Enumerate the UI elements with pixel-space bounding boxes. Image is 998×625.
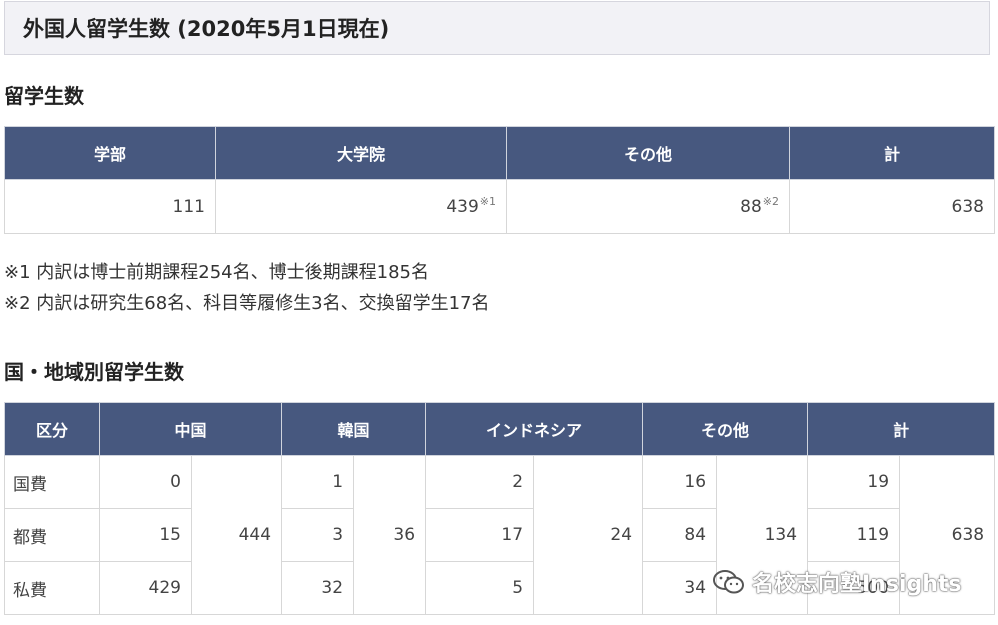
cell-indonesia: 2 [425, 455, 535, 509]
cell-graduate: 439※1 [215, 179, 507, 234]
header-total: 計 [807, 402, 996, 456]
cell-other: 88※2 [506, 179, 790, 234]
cell-value: 638 [951, 196, 984, 217]
footnote-1: ※1 内訳は博士前期課程254名、博士後期課程185名 [4, 262, 429, 283]
cell-korea: 3 [281, 508, 355, 562]
cell-value: 111 [172, 196, 205, 217]
cell-korea: 32 [281, 561, 355, 615]
section-heading-students: 留学生数 [4, 84, 84, 108]
footnote-2: ※2 内訳は研究生68名、科目等履修生3名、交換留学生17名 [4, 293, 490, 314]
header-china: 中国 [98, 402, 283, 456]
cell-total: 638 [789, 179, 995, 234]
page-title-text: 外国人留学生数 (2020年5月1日現在) [23, 17, 390, 41]
table-row: 都費 15 3 17 84 119 [4, 508, 995, 562]
table-row: 国費 0 444 1 36 2 24 16 134 19 638 [4, 455, 996, 615]
footnote-marker: ※2 [762, 194, 779, 208]
row-label: 都費 [4, 508, 100, 562]
header-category: 区分 [4, 402, 100, 456]
page-title: 外国人留学生数 (2020年5月1日現在) [4, 1, 990, 55]
row-label: 私費 [4, 561, 100, 615]
wechat-icon [713, 570, 744, 594]
header-graduate: 大学院 [215, 126, 507, 180]
cell-indonesia: 5 [425, 561, 535, 615]
header-undergrad: 学部 [4, 126, 216, 180]
footnote-marker: ※1 [479, 194, 496, 208]
table-header-row: 区分 中国 韓国 インドネシア その他 計 [4, 402, 996, 456]
subtotal-indonesia: 24 [533, 455, 644, 615]
table-row: 111 439※1 88※2 638 [4, 179, 995, 234]
cell-value: 88 [740, 196, 762, 217]
table-header-row: 学部 大学院 その他 計 [4, 126, 995, 180]
cell-total: 119 [807, 508, 901, 562]
page: 外国人留学生数 (2020年5月1日現在) 留学生数 学部 大学院 その他 計 … [0, 0, 998, 625]
cell-china: 15 [99, 508, 192, 562]
header-other: その他 [642, 402, 809, 456]
subtotal-korea: 36 [353, 455, 427, 615]
header-other: その他 [506, 126, 790, 180]
watermark-text: 名校志向塾Insights [752, 572, 962, 597]
header-korea: 韓国 [281, 402, 427, 456]
student-count-table: 学部 大学院 その他 計 111 439※1 88※2 638 [4, 126, 995, 234]
cell-china: 0 [99, 455, 192, 509]
subtotal-china: 444 [190, 455, 283, 615]
footnotes: ※1 内訳は博士前期課程254名、博士後期課程185名 ※2 内訳は研究生68名… [4, 257, 490, 319]
cell-other: 34 [642, 561, 718, 615]
cell-other: 84 [642, 508, 718, 562]
section-heading-by-country: 国・地域別留学生数 [4, 360, 184, 384]
header-indonesia: インドネシア [425, 402, 644, 456]
cell-other: 16 [642, 455, 718, 509]
watermark: 名校志向塾Insights [712, 566, 962, 598]
cell-value: 439 [446, 196, 479, 217]
cell-total: 19 [807, 455, 901, 509]
row-label: 国費 [4, 455, 100, 509]
cell-china: 429 [99, 561, 192, 615]
cell-undergrad: 111 [4, 179, 216, 234]
cell-indonesia: 17 [425, 508, 535, 562]
header-total: 計 [789, 126, 995, 180]
cell-korea: 1 [281, 455, 355, 509]
